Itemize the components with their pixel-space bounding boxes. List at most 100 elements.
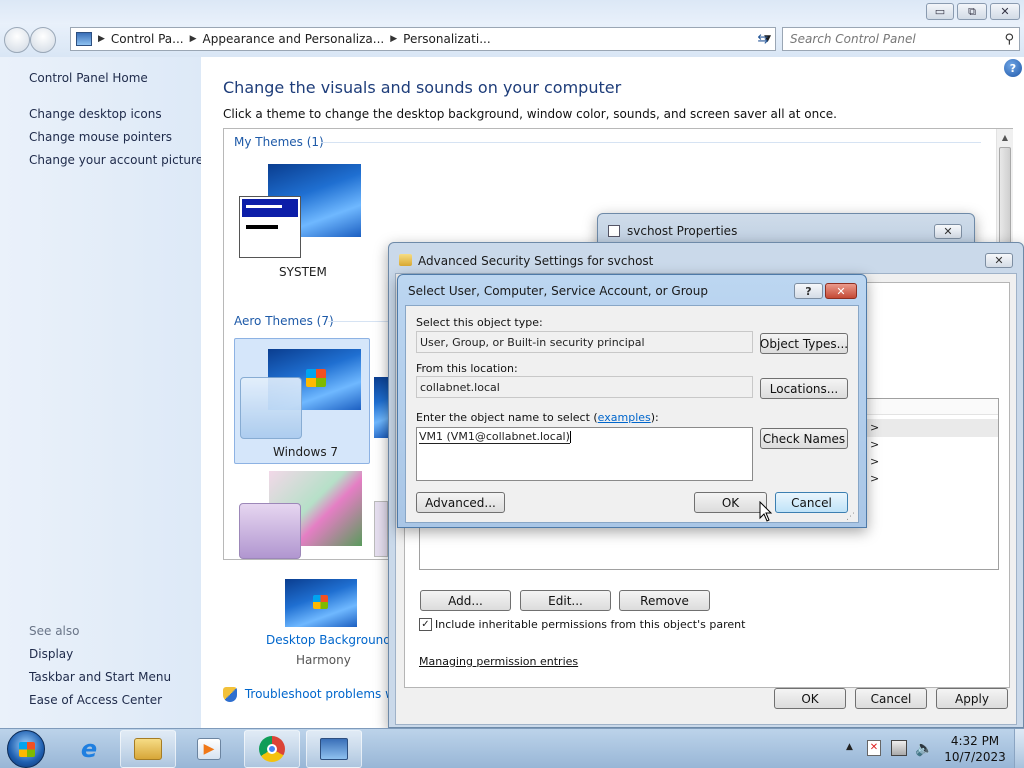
clock-time: 4:32 PM	[950, 734, 1000, 748]
advanced-security-cancel-label: Cancel	[870, 691, 912, 706]
breadcrumb-personalization[interactable]: Personalizati...	[403, 32, 490, 46]
sidebar-change-desktop-icons[interactable]: Change desktop icons	[29, 107, 162, 121]
media-player-icon: ▶	[197, 738, 221, 760]
managing-permission-link[interactable]: Managing permission entries	[419, 655, 578, 668]
object-type-value: User, Group, or Built-in security princi…	[420, 335, 645, 349]
internet-explorer-icon: e	[80, 735, 98, 763]
page-title: Change the visuals and sounds on your co…	[223, 78, 622, 97]
advanced-security-title: Advanced Security Settings for svchost	[418, 254, 654, 268]
breadcrumb-control-panel[interactable]: Control Pa...	[111, 32, 184, 46]
advanced-security-ok-button[interactable]: OK	[774, 688, 846, 709]
chevron-right-icon[interactable]: ▶	[390, 34, 397, 44]
troubleshoot-link[interactable]: Troubleshoot problems wit	[223, 687, 388, 705]
windows-logo-icon	[306, 369, 326, 387]
check-names-button[interactable]: Check Names	[760, 428, 848, 449]
sidebar-change-account-picture[interactable]: Change your account picture	[29, 153, 203, 167]
network-icon[interactable]	[891, 740, 907, 756]
sidebar-display[interactable]: Display	[29, 647, 73, 661]
enter-label-pre: Enter the object name to select (	[416, 411, 598, 424]
taskbar-media-player[interactable]: ▶	[182, 730, 236, 768]
desktop-background-label[interactable]: Desktop Background	[266, 633, 391, 647]
sidebar: Control Panel Home Change desktop icons …	[0, 57, 203, 728]
location-value: collabnet.local	[420, 380, 500, 394]
windows-logo-icon	[313, 595, 328, 609]
edit-permission-button[interactable]: Edit...	[520, 590, 611, 611]
dialog-close-button[interactable]: ✕	[825, 283, 857, 299]
navigation-bar: ▶ Control Pa... ▶ Appearance and Persona…	[0, 23, 1024, 57]
scroll-up-arrow-icon[interactable]: ▲	[997, 129, 1013, 146]
theme-partial-thumbnail[interactable]	[374, 377, 388, 438]
window-caption: ▭ ⧉ ✕	[0, 0, 1024, 23]
theme-system-label: SYSTEM	[279, 265, 327, 279]
restore-icon: ⧉	[968, 4, 976, 18]
theme-landscapes[interactable]	[236, 471, 366, 559]
help-button[interactable]: ?	[1004, 59, 1022, 77]
svchost-properties-close-button[interactable]: ✕	[934, 224, 962, 239]
volume-icon[interactable]: 🔈	[915, 739, 934, 757]
page-subtitle: Click a theme to change the desktop back…	[223, 107, 837, 121]
show-hidden-icons-button[interactable]: ▲	[846, 742, 853, 752]
chrome-icon	[259, 736, 285, 762]
advanced-security-close-button[interactable]: ✕	[985, 253, 1013, 268]
check-names-label: Check Names	[762, 431, 846, 446]
taskbar-internet-explorer[interactable]: e	[62, 730, 116, 768]
remove-permission-button[interactable]: Remove	[619, 590, 710, 611]
add-permission-button[interactable]: Add...	[420, 590, 511, 611]
theme-windows-7-label: Windows 7	[273, 445, 339, 459]
close-window-button[interactable]: ✕	[990, 3, 1020, 20]
object-name-input[interactable]: VM1 (VM1@collabnet.local)	[416, 427, 753, 481]
taskbar-control-panel[interactable]	[306, 730, 362, 768]
locations-button[interactable]: Locations...	[760, 378, 848, 399]
theme-windows-7[interactable]: Windows 7	[234, 338, 370, 464]
advanced-security-cancel-button[interactable]: Cancel	[855, 688, 927, 709]
permission-entry-arrow-icon: >	[870, 421, 880, 434]
cancel-button[interactable]: Cancel	[775, 492, 848, 513]
advanced-security-apply-button[interactable]: Apply	[936, 688, 1008, 709]
dialog-help-button[interactable]: ?	[794, 283, 823, 299]
sidebar-change-mouse-pointers[interactable]: Change mouse pointers	[29, 130, 172, 144]
object-types-button[interactable]: Object Types...	[760, 333, 848, 354]
advanced-button[interactable]: Advanced...	[416, 492, 505, 513]
sidebar-taskbar-start-menu[interactable]: Taskbar and Start Menu	[29, 670, 171, 684]
chevron-right-icon[interactable]: ▶	[190, 34, 197, 44]
resize-grip-icon[interactable]: ⋰	[846, 512, 855, 522]
edit-permission-label: Edit...	[548, 593, 583, 608]
control-panel-icon	[320, 738, 348, 760]
desktop-background-setting[interactable]: Desktop Background Harmony	[258, 578, 391, 673]
inherit-checkbox[interactable]: ✓	[419, 618, 432, 631]
cancel-label: Cancel	[791, 495, 832, 510]
refresh-button[interactable]: ⇆	[752, 27, 774, 51]
minimize-button[interactable]: ▭	[926, 3, 954, 20]
back-button[interactable]	[4, 27, 30, 53]
forward-button[interactable]	[30, 27, 56, 53]
address-bar[interactable]: ▶ Control Pa... ▶ Appearance and Persona…	[70, 27, 776, 51]
sidebar-ease-of-access[interactable]: Ease of Access Center	[29, 693, 162, 707]
restore-button[interactable]: ⧉	[957, 3, 987, 20]
remove-permission-label: Remove	[640, 593, 689, 608]
examples-link[interactable]: examples	[598, 411, 651, 424]
clock[interactable]: 4:32 PM 10/7/2023	[940, 733, 1010, 765]
taskbar-windows-explorer[interactable]	[120, 730, 176, 768]
object-name-value: VM1 (VM1@collabnet.local)	[419, 430, 570, 444]
sidebar-control-panel-home[interactable]: Control Panel Home	[29, 71, 148, 85]
permission-entry-arrow-icon: >	[870, 455, 880, 468]
search-icon: ⚲	[1004, 31, 1014, 47]
theme-landscapes-glass-preview	[239, 503, 301, 559]
close-icon: ✕	[1000, 5, 1010, 18]
close-icon: ✕	[994, 254, 1004, 267]
breadcrumb-appearance[interactable]: Appearance and Personaliza...	[203, 32, 385, 46]
control-panel-icon	[76, 32, 92, 46]
add-permission-label: Add...	[448, 593, 483, 608]
search-input[interactable]: Search Control Panel ⚲	[782, 27, 1020, 51]
start-button[interactable]	[7, 730, 45, 768]
theme-partial-thumbnail-2[interactable]	[374, 501, 388, 557]
ok-button[interactable]: OK	[694, 492, 767, 513]
minimize-icon: ▭	[934, 5, 946, 18]
taskbar-chrome[interactable]	[244, 730, 300, 768]
action-center-icon[interactable]: ✕	[867, 740, 881, 756]
theme-system[interactable]: SYSTEM	[236, 161, 366, 286]
aero-themes-heading: Aero Themes (7)	[234, 314, 334, 328]
locations-label: Locations...	[769, 381, 839, 396]
show-desktop-button[interactable]	[1014, 729, 1024, 768]
checkmark-icon: ✓	[421, 619, 430, 630]
